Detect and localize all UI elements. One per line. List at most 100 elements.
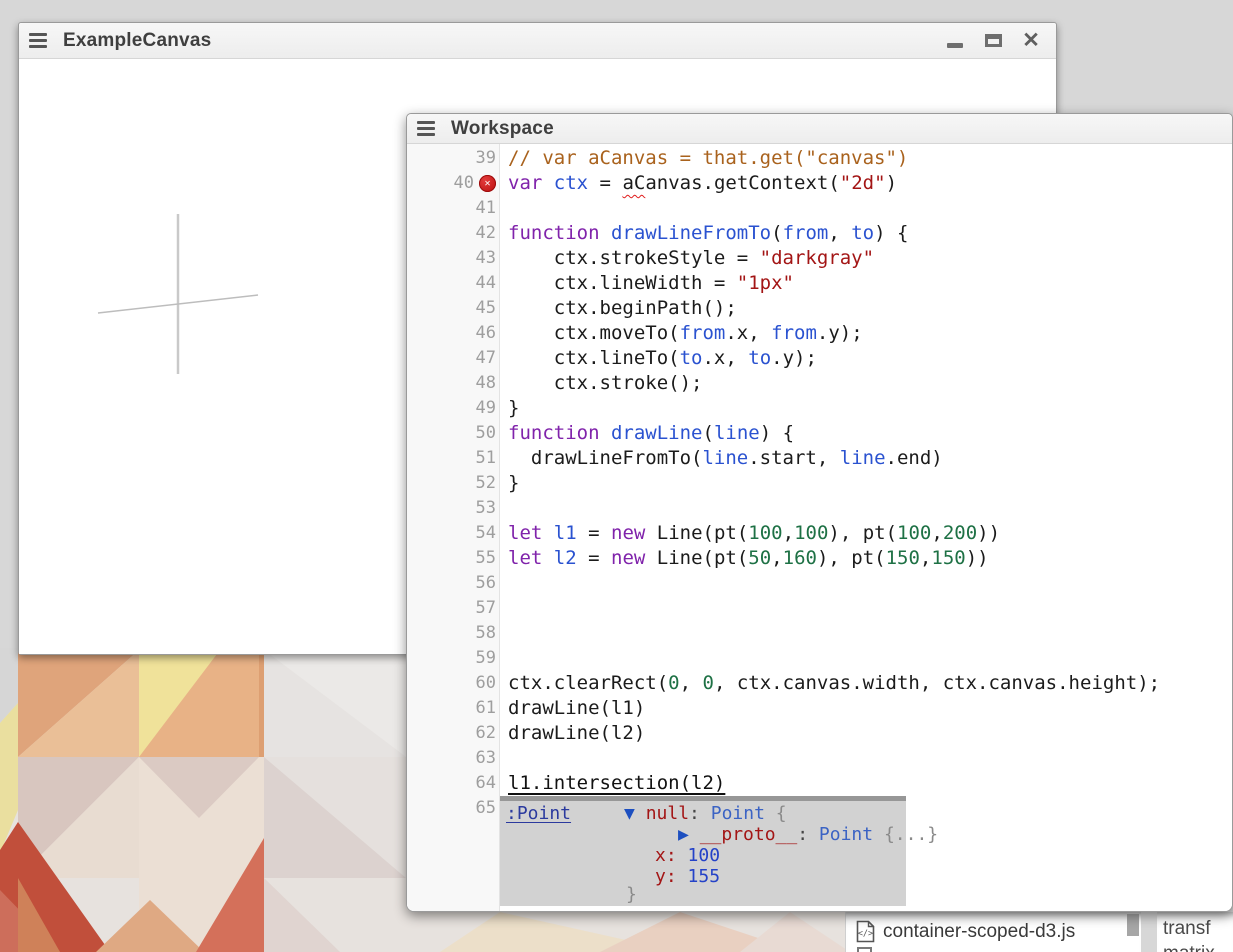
line-number: 51: [476, 446, 496, 471]
side-list-item-matrix[interactable]: matrix: [1157, 943, 1233, 952]
code-line[interactable]: 50function drawLine(line) {: [407, 421, 1232, 446]
line-number: 58: [476, 621, 496, 646]
code-text: function drawLineFromTo(from, to) {: [500, 221, 908, 246]
line-number: 60: [476, 671, 496, 696]
line-number: 54: [476, 521, 496, 546]
line-number: 46: [476, 321, 496, 346]
code-text: l1.intersection(l2): [500, 771, 725, 796]
file-panel-scrollbar[interactable]: [1127, 914, 1139, 936]
side-list-item-transf[interactable]: transf: [1157, 912, 1233, 940]
code-line[interactable]: 57: [407, 596, 1232, 621]
inspector-root-row: ▼ null: Point {: [624, 803, 787, 824]
line-number: 56: [476, 571, 496, 596]
line-number: 44: [476, 271, 496, 296]
window-title: Workspace: [451, 118, 554, 140]
code-line[interactable]: 41: [407, 196, 1232, 221]
line-number: 61: [476, 696, 496, 721]
code-text: ctx.strokeStyle = "darkgray": [500, 246, 874, 271]
code-line[interactable]: 43 ctx.strokeStyle = "darkgray": [407, 246, 1232, 271]
code-text: // var aCanvas = that.get("canvas"): [500, 146, 908, 171]
code-lines: 39// var aCanvas = that.get("canvas")40 ✕…: [407, 144, 1232, 796]
code-line[interactable]: 58: [407, 621, 1232, 646]
code-line[interactable]: 47 ctx.lineTo(to.x, to.y);: [407, 346, 1232, 371]
code-text: ctx.lineTo(to.x, to.y);: [500, 346, 817, 371]
minimize-icon: [947, 43, 963, 48]
line-number: 53: [476, 496, 496, 521]
code-line[interactable]: 59: [407, 646, 1232, 671]
code-editor[interactable]: 39// var aCanvas = that.get("canvas")40 ✕…: [407, 144, 1232, 911]
side-list-panel: transf matrix: [1157, 912, 1233, 952]
code-text: drawLine(l1): [500, 696, 645, 721]
inspector-prop-y: y: 155: [655, 866, 720, 887]
inspector-handle[interactable]: [500, 796, 906, 801]
desktop: </> container-scoped-d3.js transf matrix…: [0, 0, 1233, 952]
line-number: 65: [476, 796, 496, 821]
code-line-65: 65 :Point ▼ null: Point { ▶ __proto__: P…: [407, 796, 1232, 906]
code-text: ctx.clearRect(0, 0, ctx.canvas.width, ct…: [500, 671, 1160, 696]
code-text: ctx.stroke();: [500, 371, 702, 396]
expand-arrow-icon[interactable]: ▼: [624, 803, 635, 824]
code-line[interactable]: 39// var aCanvas = that.get("canvas"): [407, 146, 1232, 171]
inspector-result-link[interactable]: :Point: [506, 803, 571, 824]
line-number: 62: [476, 721, 496, 746]
code-text: let l2 = new Line(pt(50,160), pt(150,150…: [500, 546, 989, 571]
code-line[interactable]: 55let l2 = new Line(pt(50,160), pt(150,1…: [407, 546, 1232, 571]
code-line[interactable]: 44 ctx.lineWidth = "1px": [407, 271, 1232, 296]
minimize-button[interactable]: [944, 30, 966, 52]
line-number: 40: [454, 171, 474, 196]
line-number: 64: [476, 771, 496, 796]
maximize-button[interactable]: [982, 30, 1004, 52]
maximize-icon: [985, 34, 1002, 47]
next-file-item-partial[interactable]: [857, 947, 872, 952]
code-file-icon: </>: [856, 920, 875, 943]
workspace-window: Workspace 39// var aCanvas = that.get("c…: [406, 113, 1233, 912]
code-line[interactable]: 54let l1 = new Line(pt(100,100), pt(100,…: [407, 521, 1232, 546]
line-number: 42: [476, 221, 496, 246]
file-browser-panel: </> container-scoped-d3.js: [845, 912, 1141, 952]
code-line[interactable]: 64l1.intersection(l2): [407, 771, 1232, 796]
code-line[interactable]: 60ctx.clearRect(0, 0, ctx.canvas.width, …: [407, 671, 1232, 696]
window-title: ExampleCanvas: [63, 30, 211, 52]
code-line[interactable]: 63: [407, 746, 1232, 771]
line-number: 47: [476, 346, 496, 371]
code-line[interactable]: 53: [407, 496, 1232, 521]
object-inspector[interactable]: :Point ▼ null: Point { ▶ __proto__: Poin…: [500, 796, 906, 906]
code-line[interactable]: 62drawLine(l2): [407, 721, 1232, 746]
code-line[interactable]: 45 ctx.beginPath();: [407, 296, 1232, 321]
code-text: var ctx = aCanvas.getContext("2d"): [500, 171, 897, 196]
code-line[interactable]: 40 ✕var ctx = aCanvas.getContext("2d"): [407, 171, 1232, 196]
line-number: 50: [476, 421, 496, 446]
line-number: 49: [476, 396, 496, 421]
file-list-item[interactable]: </> container-scoped-d3.js: [846, 912, 1141, 943]
close-icon: ✕: [1022, 30, 1040, 51]
code-text: drawLine(l2): [500, 721, 645, 746]
code-text: }: [500, 471, 519, 496]
window-menu-icon[interactable]: [417, 121, 435, 137]
file-name-label: container-scoped-d3.js: [883, 921, 1075, 943]
code-text: drawLineFromTo(line.start, line.end): [500, 446, 943, 471]
code-text: let l1 = new Line(pt(100,100), pt(100,20…: [500, 521, 1000, 546]
line-number: 55: [476, 546, 496, 571]
line-number: 63: [476, 746, 496, 771]
error-icon[interactable]: ✕: [479, 175, 496, 192]
example-canvas-titlebar[interactable]: ExampleCanvas ✕: [19, 23, 1056, 59]
code-text: ctx.moveTo(from.x, from.y);: [500, 321, 863, 346]
workspace-titlebar[interactable]: Workspace: [407, 114, 1232, 144]
line-number: 43: [476, 246, 496, 271]
code-line[interactable]: 52}: [407, 471, 1232, 496]
window-menu-icon[interactable]: [29, 33, 47, 49]
code-text: }: [500, 396, 519, 421]
code-line[interactable]: 49}: [407, 396, 1232, 421]
code-line[interactable]: 61drawLine(l1): [407, 696, 1232, 721]
inspector-close-brace: }: [626, 884, 637, 905]
code-line[interactable]: 42function drawLineFromTo(from, to) {: [407, 221, 1232, 246]
code-line[interactable]: 48 ctx.stroke();: [407, 371, 1232, 396]
code-line[interactable]: 46 ctx.moveTo(from.x, from.y);: [407, 321, 1232, 346]
close-button[interactable]: ✕: [1020, 30, 1042, 52]
code-line[interactable]: 51 drawLineFromTo(line.start, line.end): [407, 446, 1232, 471]
line-number: 59: [476, 646, 496, 671]
code-text: function drawLine(line) {: [500, 421, 794, 446]
collapsed-arrow-icon[interactable]: ▶: [678, 824, 689, 845]
line-number: 52: [476, 471, 496, 496]
code-line[interactable]: 56: [407, 571, 1232, 596]
